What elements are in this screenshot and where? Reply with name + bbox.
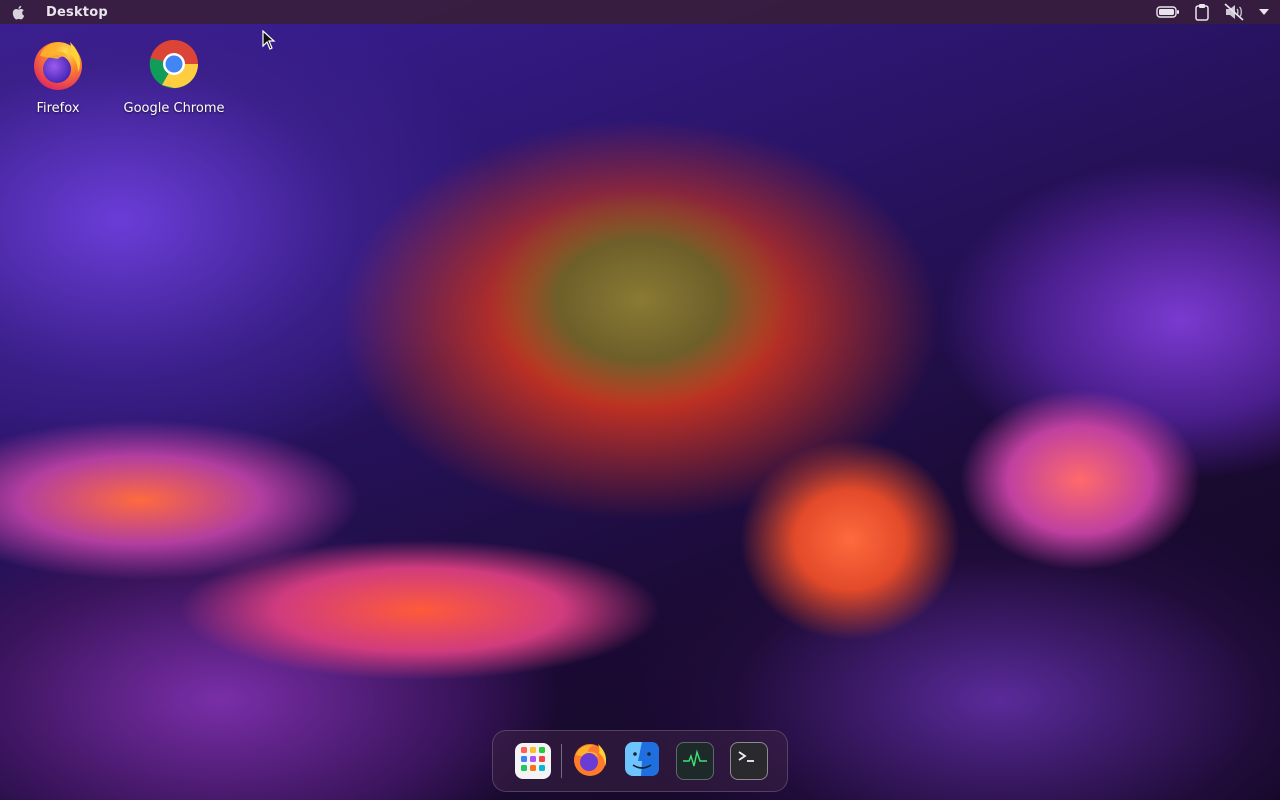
finder-icon bbox=[624, 741, 660, 781]
chrome-icon bbox=[146, 36, 202, 92]
dock-item-app-launcher[interactable] bbox=[515, 743, 551, 779]
apple-menu-icon[interactable] bbox=[10, 3, 28, 21]
dock-item-firefox[interactable] bbox=[572, 743, 608, 779]
dock bbox=[492, 730, 788, 792]
firefox-icon bbox=[30, 36, 86, 92]
active-app-title[interactable]: Desktop bbox=[46, 5, 108, 20]
dock-separator bbox=[561, 744, 562, 778]
desktop-icon-google-chrome[interactable]: Google Chrome bbox=[119, 36, 229, 116]
terminal-icon bbox=[734, 744, 764, 778]
volume-muted-icon[interactable] bbox=[1224, 2, 1244, 22]
system-tray bbox=[1156, 2, 1270, 22]
system-monitor-icon bbox=[680, 744, 710, 778]
battery-icon[interactable] bbox=[1156, 2, 1180, 22]
desktop-icon-label: Firefox bbox=[36, 101, 80, 116]
top-menu-bar: Desktop bbox=[0, 0, 1280, 24]
dock-item-terminal[interactable] bbox=[730, 742, 768, 780]
app-launcher-icon bbox=[518, 744, 548, 778]
desktop-icon-label: Google Chrome bbox=[123, 101, 225, 116]
chevron-down-icon[interactable] bbox=[1258, 2, 1270, 22]
dock-item-finder[interactable] bbox=[624, 741, 660, 781]
clipboard-icon[interactable] bbox=[1194, 2, 1210, 22]
mouse-cursor-icon bbox=[262, 29, 276, 50]
desktop-icon-firefox[interactable]: Firefox bbox=[3, 36, 113, 116]
firefox-icon bbox=[572, 741, 608, 781]
dock-item-system-monitor[interactable] bbox=[676, 742, 714, 780]
